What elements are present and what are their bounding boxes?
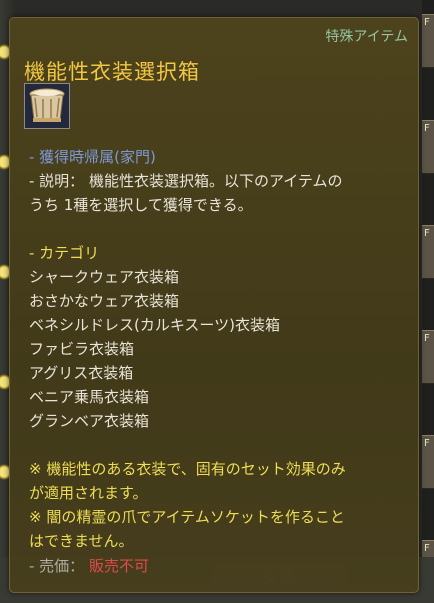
note-line: が適用されます。 xyxy=(29,484,148,502)
list-item: グランベア衣装箱 xyxy=(29,412,150,430)
note-line: はできません。 xyxy=(29,532,134,550)
item-tooltip: 特殊アイテム 機能性衣装選択箱 - 獲得時帰属(家門) - 説明： 機能性衣装選… xyxy=(9,17,419,593)
right-item-slot[interactable]: F xyxy=(422,14,434,68)
sale-value: 販売不可 xyxy=(88,557,149,575)
right-item-slot[interactable]: F xyxy=(422,435,434,489)
item-title: 機能性衣装選択箱 xyxy=(24,60,200,84)
list-item: ファビラ衣装箱 xyxy=(29,340,135,358)
acquire-bound-text: - 獲得時帰属(家門) xyxy=(29,148,156,166)
right-item-slot[interactable]: F xyxy=(422,120,434,174)
right-item-slot[interactable]: F xyxy=(422,225,434,279)
description-line: - 説明： 機能性衣装選択箱。以下のアイテムの xyxy=(29,172,343,190)
note-line: ※ 機能性のある衣装で、固有のセット効果のみ xyxy=(29,460,346,478)
costume-box-icon xyxy=(24,83,70,129)
list-item: シャークウェア衣装箱 xyxy=(29,268,180,286)
category-header: - カテゴリ xyxy=(29,244,100,262)
list-item: おさかなウェア衣装箱 xyxy=(29,292,180,310)
note-line: ※ 闇の精霊の爪でアイテムソケットを作ること xyxy=(29,508,345,526)
list-item: アグリス衣装箱 xyxy=(29,364,134,382)
list-item: ベニア乗馬衣装箱 xyxy=(29,388,150,406)
sale-label: - 売価： xyxy=(29,557,85,575)
item-description: - 獲得時帰属(家門) - 説明： 機能性衣装選択箱。以下のアイテムの うち 1… xyxy=(29,145,406,553)
right-item-slot[interactable]: F xyxy=(422,330,434,384)
item-category-tag: 特殊アイテム xyxy=(325,29,408,45)
list-item: ベネシルドレス(カルキスーツ)衣装箱 xyxy=(29,316,280,334)
right-slot-strip xyxy=(422,0,434,603)
description-line: うち 1種を選択して獲得できる。 xyxy=(29,196,253,214)
sale-price: - 売価： 販売不可 xyxy=(29,555,149,576)
